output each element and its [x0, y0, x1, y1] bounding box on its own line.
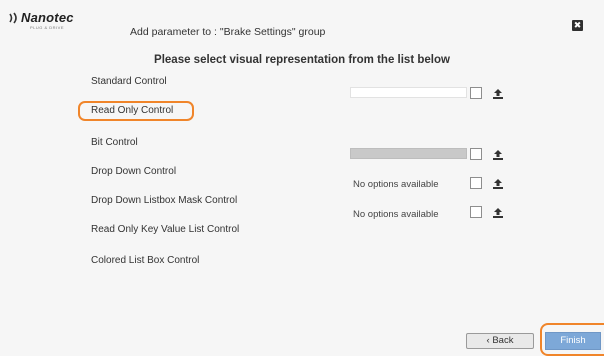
listbox-mask-checkbox[interactable] [470, 206, 482, 218]
option-drop-down-listbox-mask-control[interactable]: Drop Down Listbox Mask Control [91, 195, 237, 206]
option-standard-control[interactable]: Standard Control [91, 76, 167, 87]
close-button[interactable]: ✖ [572, 20, 583, 31]
brand-name: Nanotec [21, 10, 74, 25]
upload-icon[interactable] [492, 148, 504, 160]
instruction-heading: Please select visual representation from… [154, 54, 450, 66]
drop-down-checkbox[interactable] [470, 177, 482, 189]
drop-down-no-options-text: No options available [353, 179, 439, 190]
bit-control-checkbox[interactable] [470, 148, 482, 160]
brand-tagline: PLUG & DRIVE [30, 25, 65, 30]
standard-control-preview-field[interactable] [350, 87, 467, 98]
option-read-only-key-value-list-control[interactable]: Read Only Key Value List Control [91, 224, 239, 235]
standard-control-checkbox[interactable] [470, 87, 482, 99]
upload-icon[interactable] [492, 87, 504, 99]
upload-icon[interactable] [492, 177, 504, 189]
option-bit-control[interactable]: Bit Control [91, 137, 138, 148]
logo-mark-icon [8, 12, 20, 27]
finish-button[interactable]: Finish [545, 332, 601, 350]
bit-control-preview-field [350, 148, 467, 159]
nanotec-logo: Nanotec PLUG & DRIVE [8, 10, 90, 42]
close-icon: ✖ [573, 20, 582, 30]
option-colored-list-box-control[interactable]: Colored List Box Control [91, 255, 199, 266]
option-read-only-control[interactable]: Read Only Control [91, 105, 173, 116]
listbox-mask-no-options-text: No options available [353, 209, 439, 220]
upload-icon[interactable] [492, 206, 504, 218]
back-button[interactable]: ‹ Back [466, 333, 534, 349]
option-drop-down-control[interactable]: Drop Down Control [91, 166, 176, 177]
dialog-title: Add parameter to : "Brake Settings" grou… [130, 26, 326, 38]
